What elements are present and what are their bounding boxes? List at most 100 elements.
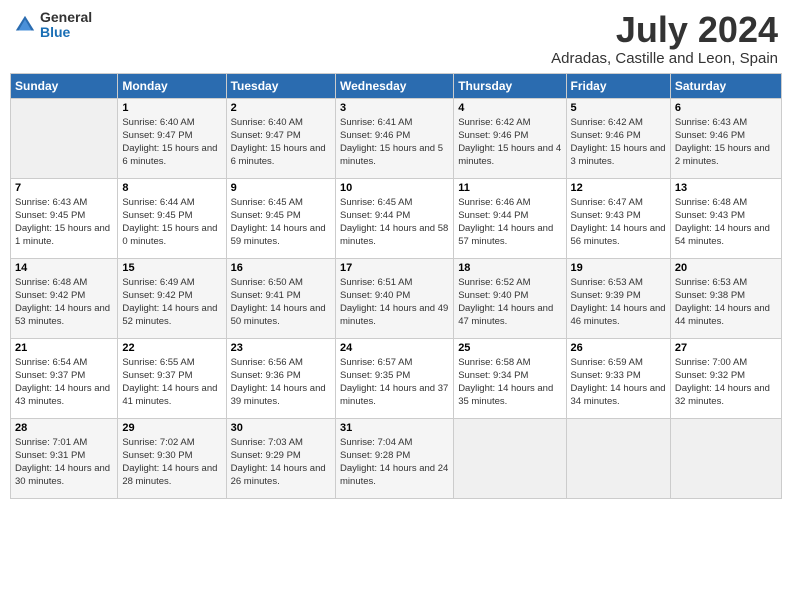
day-info: Sunrise: 6:57 AMSunset: 9:35 PMDaylight:… [340, 356, 449, 409]
calendar-cell [454, 418, 566, 498]
day-info: Sunrise: 6:54 AMSunset: 9:37 PMDaylight:… [15, 356, 113, 409]
calendar-cell [566, 418, 670, 498]
day-number: 31 [340, 422, 449, 434]
column-header-saturday: Saturday [670, 73, 781, 98]
day-number: 26 [571, 342, 666, 354]
day-info: Sunrise: 6:40 AMSunset: 9:47 PMDaylight:… [231, 116, 331, 169]
day-info: Sunrise: 6:41 AMSunset: 9:46 PMDaylight:… [340, 116, 449, 169]
calendar-cell: 24Sunrise: 6:57 AMSunset: 9:35 PMDayligh… [336, 338, 454, 418]
column-header-tuesday: Tuesday [226, 73, 335, 98]
day-info: Sunrise: 6:47 AMSunset: 9:43 PMDaylight:… [571, 196, 666, 249]
calendar-week-4: 21Sunrise: 6:54 AMSunset: 9:37 PMDayligh… [11, 338, 782, 418]
column-header-sunday: Sunday [11, 73, 118, 98]
calendar-cell [11, 98, 118, 178]
column-header-friday: Friday [566, 73, 670, 98]
page-header: General Blue July 2024 Adradas, Castille… [10, 10, 782, 67]
calendar-cell: 26 Sunrise: 6:59 AMSunset: 9:33 PMDayligh… [566, 338, 670, 418]
calendar-body: 1 Sunrise: 6:40 AMSunset: 9:47 PMDaylight… [11, 98, 782, 498]
day-number: 19 [571, 262, 666, 274]
calendar-cell: 19 Sunrise: 6:53 AMSunset: 9:39 PMDayligh… [566, 258, 670, 338]
calendar-cell: 3 Sunrise: 6:41 AMSunset: 9:46 PMDaylight… [336, 98, 454, 178]
calendar-cell: 5Sunrise: 6:42 AMSunset: 9:46 PMDaylight… [566, 98, 670, 178]
day-number: 17 [340, 262, 449, 274]
day-info: Sunrise: 6:50 AMSunset: 9:41 PMDaylight:… [231, 276, 331, 329]
day-info: Sunrise: 7:02 AMSunset: 9:30 PMDaylight:… [122, 436, 221, 489]
day-info: Sunrise: 7:00 AMSunset: 9:32 PMDaylight:… [675, 356, 777, 409]
calendar-cell: 15Sunrise: 6:49 AMSunset: 9:42 PMDayligh… [118, 258, 226, 338]
column-header-thursday: Thursday [454, 73, 566, 98]
day-info: Sunrise: 6:45 AMSunset: 9:45 PMDaylight:… [231, 196, 331, 249]
calendar-header: SundayMondayTuesdayWednesdayThursdayFrid… [11, 73, 782, 98]
day-info: Sunrise: 6:43 AMSunset: 9:46 PMDaylight:… [675, 116, 777, 169]
calendar-cell: 30 Sunrise: 7:03 AMSunset: 9:29 PMDayligh… [226, 418, 335, 498]
calendar-cell: 31 Sunrise: 7:04 AMSunset: 9:28 PMDayligh… [336, 418, 454, 498]
day-info: Sunrise: 6:52 AMSunset: 9:40 PMDaylight:… [458, 276, 561, 329]
calendar-cell: 7 Sunrise: 6:43 AMSunset: 9:45 PMDaylight… [11, 178, 118, 258]
day-info: Sunrise: 6:53 AMSunset: 9:38 PMDaylight:… [675, 276, 777, 329]
day-number: 8 [122, 182, 221, 194]
calendar-cell: 16 Sunrise: 6:50 AMSunset: 9:41 PMDayligh… [226, 258, 335, 338]
calendar-cell: 9Sunrise: 6:45 AMSunset: 9:45 PMDaylight… [226, 178, 335, 258]
day-number: 6 [675, 102, 777, 114]
day-number: 30 [231, 422, 331, 434]
day-number: 13 [675, 182, 777, 194]
day-info: Sunrise: 6:48 AMSunset: 9:42 PMDaylight:… [15, 276, 113, 329]
day-number: 28 [15, 422, 113, 434]
location-subtitle: Adradas, Castille and Leon, Spain [551, 50, 778, 67]
calendar-table: SundayMondayTuesdayWednesdayThursdayFrid… [10, 73, 782, 499]
day-number: 12 [571, 182, 666, 194]
day-info: Sunrise: 6:55 AMSunset: 9:37 PMDaylight:… [122, 356, 221, 409]
day-info: Sunrise: 7:01 AMSunset: 9:31 PMDaylight:… [15, 436, 113, 489]
day-number: 7 [15, 182, 113, 194]
day-info: Sunrise: 6:53 AMSunset: 9:39 PMDaylight:… [571, 276, 666, 329]
header-row: SundayMondayTuesdayWednesdayThursdayFrid… [11, 73, 782, 98]
calendar-cell: 22Sunrise: 6:55 AMSunset: 9:37 PMDayligh… [118, 338, 226, 418]
day-number: 5 [571, 102, 666, 114]
month-year-title: July 2024 [551, 10, 778, 50]
day-info: Sunrise: 7:04 AMSunset: 9:28 PMDaylight:… [340, 436, 449, 489]
day-number: 20 [675, 262, 777, 274]
day-info: Sunrise: 6:40 AMSunset: 9:47 PMDaylight:… [122, 116, 221, 169]
day-number: 10 [340, 182, 449, 194]
logo-general-text: General [40, 10, 92, 25]
calendar-cell: 2Sunrise: 6:40 AMSunset: 9:47 PMDaylight… [226, 98, 335, 178]
day-number: 16 [231, 262, 331, 274]
calendar-cell: 13 Sunrise: 6:48 AMSunset: 9:43 PMDayligh… [670, 178, 781, 258]
calendar-cell: 8 Sunrise: 6:44 AMSunset: 9:45 PMDaylight… [118, 178, 226, 258]
day-info: Sunrise: 6:56 AMSunset: 9:36 PMDaylight:… [231, 356, 331, 409]
day-number: 1 [122, 102, 221, 114]
calendar-cell: 12 Sunrise: 6:47 AMSunset: 9:43 PMDayligh… [566, 178, 670, 258]
calendar-week-3: 14 Sunrise: 6:48 AMSunset: 9:42 PMDayligh… [11, 258, 782, 338]
calendar-cell: 4Sunrise: 6:42 AMSunset: 9:46 PMDaylight… [454, 98, 566, 178]
day-number: 3 [340, 102, 449, 114]
day-info: Sunrise: 6:45 AMSunset: 9:44 PMDaylight:… [340, 196, 449, 249]
calendar-cell: 14 Sunrise: 6:48 AMSunset: 9:42 PMDayligh… [11, 258, 118, 338]
column-header-monday: Monday [118, 73, 226, 98]
day-number: 23 [231, 342, 331, 354]
day-number: 14 [15, 262, 113, 274]
day-info: Sunrise: 6:48 AMSunset: 9:43 PMDaylight:… [675, 196, 777, 249]
title-area: July 2024 Adradas, Castille and Leon, Sp… [551, 10, 778, 67]
day-info: Sunrise: 6:51 AMSunset: 9:40 PMDaylight:… [340, 276, 449, 329]
day-info: Sunrise: 6:43 AMSunset: 9:45 PMDaylight:… [15, 196, 113, 249]
logo-text: General Blue [40, 10, 92, 41]
day-info: Sunrise: 7:03 AMSunset: 9:29 PMDaylight:… [231, 436, 331, 489]
calendar-cell: 10 Sunrise: 6:45 AMSunset: 9:44 PMDayligh… [336, 178, 454, 258]
calendar-cell: 18Sunrise: 6:52 AMSunset: 9:40 PMDayligh… [454, 258, 566, 338]
day-number: 29 [122, 422, 221, 434]
calendar-cell: 25 Sunrise: 6:58 AMSunset: 9:34 PMDayligh… [454, 338, 566, 418]
calendar-cell: 23 Sunrise: 6:56 AMSunset: 9:36 PMDayligh… [226, 338, 335, 418]
day-number: 25 [458, 342, 561, 354]
day-number: 4 [458, 102, 561, 114]
day-info: Sunrise: 6:46 AMSunset: 9:44 PMDaylight:… [458, 196, 561, 249]
day-info: Sunrise: 6:59 AMSunset: 9:33 PMDaylight:… [571, 356, 666, 409]
calendar-cell: 27Sunrise: 7:00 AMSunset: 9:32 PMDayligh… [670, 338, 781, 418]
calendar-cell: 1 Sunrise: 6:40 AMSunset: 9:47 PMDaylight… [118, 98, 226, 178]
calendar-cell: 11Sunrise: 6:46 AMSunset: 9:44 PMDayligh… [454, 178, 566, 258]
calendar-cell: 6 Sunrise: 6:43 AMSunset: 9:46 PMDaylight… [670, 98, 781, 178]
logo-blue-text: Blue [40, 25, 92, 40]
logo: General Blue [14, 10, 92, 41]
day-info: Sunrise: 6:58 AMSunset: 9:34 PMDaylight:… [458, 356, 561, 409]
day-info: Sunrise: 6:44 AMSunset: 9:45 PMDaylight:… [122, 196, 221, 249]
calendar-cell: 20 Sunrise: 6:53 AMSunset: 9:38 PMDayligh… [670, 258, 781, 338]
